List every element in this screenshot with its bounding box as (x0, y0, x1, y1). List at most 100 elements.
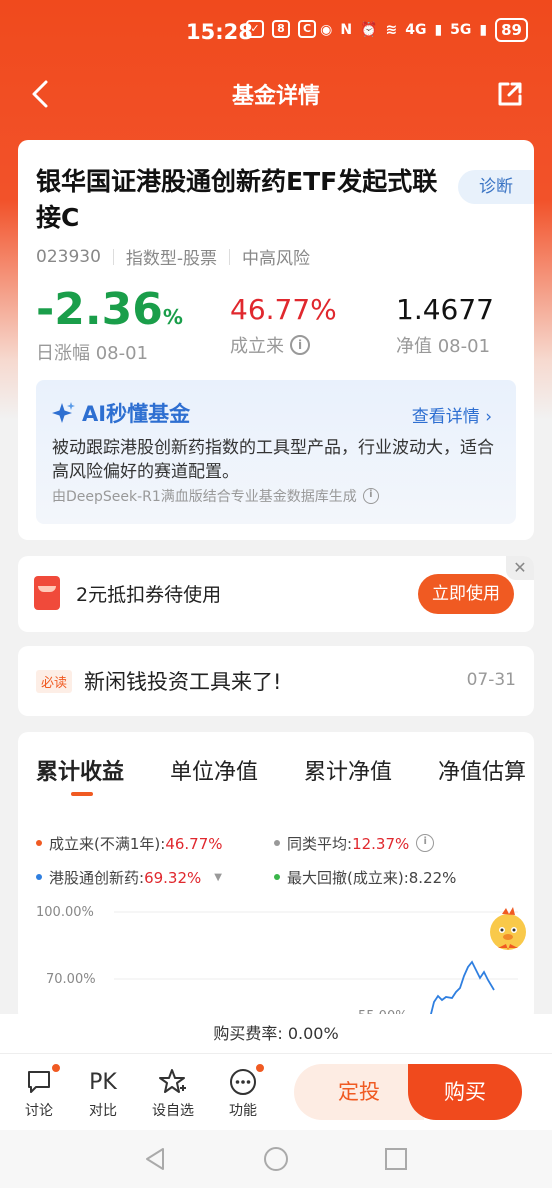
watchlist-label: 设自选 (152, 1103, 194, 1119)
news-card[interactable]: 必读 新闲钱投资工具来了! 07-31 (18, 646, 534, 716)
page-header: 基金详情 (0, 66, 552, 122)
nav-home-icon[interactable] (261, 1144, 291, 1174)
caret-down-icon[interactable]: ▼ (214, 872, 222, 883)
day-change-stat: -2.36% 日涨幅 08-01 (36, 288, 183, 365)
wifi-icon: ≋ (385, 22, 398, 38)
share-icon (498, 82, 522, 106)
legend-dot (36, 874, 42, 880)
legend-dot (36, 840, 42, 846)
y-tick-label: 100.00% (36, 905, 94, 920)
chat-bubble-icon (28, 1071, 50, 1093)
ai-footer: 由DeepSeek-R1满血版结合专业基金数据库生成 i (52, 486, 379, 506)
close-icon[interactable]: ✕ (506, 556, 534, 580)
add-watchlist-button[interactable]: 设自选 (146, 1066, 200, 1120)
functions-button[interactable]: 功能 (216, 1062, 270, 1120)
functions-label: 功能 (229, 1103, 257, 1119)
news-date: 07-31 (466, 670, 516, 690)
alarm-icon: ⏰ (360, 22, 378, 38)
since-inception-stat[interactable]: 46.77% 成立来 i (230, 288, 337, 358)
discuss-button[interactable]: 讨论 (12, 1062, 66, 1120)
divider (112, 248, 114, 265)
y-tick-label: 70.00% (46, 972, 96, 987)
red-envelope-icon (34, 576, 60, 610)
system-nav-bar (0, 1130, 552, 1188)
star-add-icon (159, 1069, 186, 1093)
sparkle-icon (52, 402, 75, 423)
risk-level: 中高风险 (242, 249, 311, 269)
signal-5g-label: 5G (450, 22, 472, 38)
buy-button[interactable]: 购买 (408, 1064, 522, 1120)
status-bar: 15:28 ✓ 8 C ◉ N ⏰ ≋ 4G ▮ 5G ▮ 89 (0, 0, 552, 66)
ai-summary-text: 被动跟踪港股创新药指数的工具型产品，行业波动大，适合高风险偏好的赛道配置。 (52, 438, 494, 482)
battery-icon: 89 (495, 18, 528, 42)
tool-icon-wrap (216, 1062, 270, 1098)
legend-since-inception: 成立来(不满1年):46.77% (36, 826, 274, 860)
chart-tabs: 累计收益 单位净值 累计净值 净值估算 (36, 754, 526, 786)
coupon-card: 2元抵扣券待使用 立即使用 ✕ (18, 556, 534, 632)
discuss-label: 讨论 (25, 1103, 53, 1119)
nav-label: 净值 08-01 (396, 336, 491, 357)
bottom-toolbar: 讨论 PK 对比 设自选 功能 定投 购买 (0, 1054, 552, 1130)
nav-stat: 1.4677 净值 08-01 (396, 288, 494, 358)
ai-more-link[interactable]: 查看详情 › (412, 402, 492, 427)
since-inception-label: 成立来 i (230, 332, 337, 358)
compare-label: 对比 (89, 1103, 117, 1119)
fund-name: 银华国证港股通创新药ETF发起式联接C (36, 167, 438, 232)
series-line-index (429, 960, 495, 1019)
legend-dot (274, 874, 280, 880)
notification-dot (254, 1062, 266, 1074)
share-button[interactable] (490, 74, 530, 114)
tab-cumulative-return[interactable]: 累计收益 (36, 754, 124, 786)
signal-icon: ▮ (434, 22, 443, 38)
pk-icon: PK (89, 1069, 117, 1095)
purchase-fee: 购买费率: 0.00% (0, 1014, 552, 1054)
nfc-icon: N (340, 22, 353, 38)
legend-dot (274, 840, 280, 846)
app-notification-icon: C (298, 20, 316, 38)
legend-peer-average: 同类平均:12.37% i (274, 826, 435, 860)
tool-icon-wrap (12, 1062, 66, 1098)
notification-dot (50, 1062, 62, 1074)
fund-type: 指数型-股票 (125, 249, 218, 269)
divider (229, 248, 231, 265)
day-change-value: -2.36% (36, 284, 183, 335)
fund-summary-card: 银华国证港股通创新药ETF发起式联接C 诊断 023930 指数型-股票 中高风… (18, 140, 534, 540)
compare-button[interactable]: PK 对比 (76, 1066, 130, 1120)
more-circle-icon (230, 1069, 256, 1095)
legend-index[interactable]: 港股通创新药:69.32% ▼ (36, 860, 274, 894)
active-tab-indicator (71, 792, 93, 796)
tab-nav-estimate[interactable]: 净值估算 (438, 754, 526, 786)
fund-meta: 023930 指数型-股票 中高风险 (36, 244, 311, 270)
info-icon[interactable]: i (416, 834, 435, 852)
diagnose-button[interactable]: 诊断 (458, 170, 534, 204)
tab-cumulative-nav[interactable]: 累计净值 (304, 754, 392, 786)
ai-summary-box[interactable]: AI秒懂基金 查看详情 › 被动跟踪港股创新药指数的工具型产品，行业波动大，适合… (36, 380, 516, 524)
tab-unit-nav[interactable]: 单位净值 (170, 754, 258, 786)
nav-back-icon[interactable] (141, 1144, 171, 1174)
info-icon[interactable]: i (362, 488, 379, 504)
legend-max-drawdown: 最大回撤(成立来):8.22% (274, 860, 456, 894)
auto-invest-button[interactable]: 定投 (294, 1064, 424, 1120)
app-notification-icon: 8 (272, 20, 290, 38)
return-chart[interactable]: 100.00% 70.00% 55.00% (18, 892, 534, 1022)
since-inception-value: 46.77% (230, 293, 337, 326)
signal-icon: ▮ (479, 22, 488, 38)
tool-icon-wrap (146, 1066, 200, 1098)
must-read-badge: 必读 (36, 670, 73, 693)
day-change-label: 日涨幅 08-01 (36, 343, 149, 364)
page-title: 基金详情 (231, 84, 320, 109)
info-icon[interactable]: i (290, 335, 310, 355)
notification-icons: ✓ 8 C (246, 20, 316, 38)
app-notification-icon: ✓ (246, 20, 264, 38)
ai-title: AI秒懂基金 (52, 398, 190, 428)
chart-legend: 成立来(不满1年):46.77% 同类平均:12.37% i 港股通创新药:69… (36, 826, 516, 894)
nav-recents-icon[interactable] (381, 1144, 411, 1174)
system-icons: ◉ N ⏰ ≋ 4G ▮ 5G ▮ 89 (320, 18, 528, 42)
eye-icon: ◉ (320, 22, 333, 38)
coupon-text: 2元抵扣券待使用 (76, 584, 222, 606)
signal-4g-label: 4G (405, 22, 427, 38)
mascot-chick-icon[interactable] (482, 904, 534, 956)
news-headline: 新闲钱投资工具来了! (84, 670, 282, 694)
performance-chart-card: 累计收益 单位净值 累计净值 净值估算 成立来(不满1年):46.77% 同类平… (18, 732, 534, 1022)
use-coupon-button[interactable]: 立即使用 (418, 574, 514, 614)
